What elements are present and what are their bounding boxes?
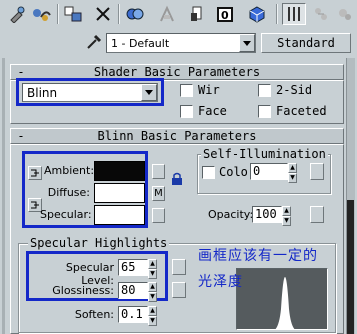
opacity-value[interactable]: 100 bbox=[252, 206, 282, 223]
face-map-label: Face bbox=[198, 104, 227, 118]
self-illum-map-button[interactable] bbox=[310, 163, 324, 180]
svg-text:0: 0 bbox=[221, 9, 229, 22]
make-unique-icon[interactable] bbox=[124, 3, 146, 25]
material-type-button[interactable]: Standard bbox=[261, 33, 351, 53]
blinn-rollout-header[interactable]: - Blinn Basic Parameters bbox=[10, 128, 344, 144]
show-end-result-icon[interactable] bbox=[246, 3, 268, 25]
specular-color-swatch[interactable] bbox=[94, 205, 145, 225]
specular-level-spinner[interactable]: 65 ▲ ▼ bbox=[118, 259, 157, 279]
chevron-down-icon[interactable] bbox=[141, 84, 157, 101]
specular-level-value[interactable]: 65 bbox=[118, 259, 148, 276]
reset-map-icon[interactable] bbox=[92, 3, 114, 25]
assign-to-selection-icon[interactable] bbox=[62, 3, 84, 25]
material-name-dropdown[interactable]: 1 - Default bbox=[106, 33, 256, 53]
faceted-checkbox-row[interactable]: Faceted bbox=[258, 104, 327, 118]
glossiness-value[interactable]: 80 bbox=[118, 282, 148, 299]
two-sided-checkbox-row[interactable]: 2-Sid bbox=[258, 83, 312, 97]
spinner-arrows[interactable]: ▲ ▼ bbox=[148, 306, 157, 326]
collapse-toggle[interactable]: - bbox=[11, 65, 31, 79]
faceted-label: Faceted bbox=[276, 104, 327, 118]
self-illum-color-row[interactable]: Colo bbox=[202, 165, 248, 179]
wire-checkbox-row[interactable]: Wir bbox=[180, 83, 220, 97]
ambient-color-swatch[interactable] bbox=[94, 161, 145, 181]
specular-map-button[interactable] bbox=[152, 208, 165, 223]
shader-type-dropdown[interactable]: Blinn bbox=[22, 83, 158, 102]
ambient-map-button[interactable] bbox=[152, 164, 165, 179]
faceted-checkbox[interactable] bbox=[258, 104, 271, 118]
highlight-curve-graph bbox=[236, 268, 328, 330]
self-illum-color-checkbox[interactable] bbox=[202, 165, 215, 179]
specular-level-map-button[interactable] bbox=[172, 259, 186, 275]
eyedropper-icon[interactable] bbox=[84, 32, 104, 52]
go-forward-to-sibling-icon[interactable] bbox=[310, 3, 332, 25]
material-name-value: 1 - Default bbox=[111, 36, 170, 50]
spinner-arrows[interactable]: ▲ ▼ bbox=[282, 206, 291, 226]
self-illum-color-label: Colo bbox=[219, 165, 248, 179]
collapse-toggle[interactable]: - bbox=[11, 129, 31, 143]
annotation-line-2: 光泽度 bbox=[198, 274, 243, 290]
glossiness-spinner[interactable]: 80 ▲ ▼ bbox=[118, 282, 157, 302]
padlock-icon[interactable] bbox=[170, 172, 184, 186]
annotation-line-1: 画框应该有一定的 bbox=[198, 248, 318, 264]
soften-value[interactable]: 0.1 bbox=[118, 306, 148, 323]
specular-highlights-title: Specular Highlights bbox=[28, 236, 170, 250]
two-sided-label: 2-Sid bbox=[276, 83, 313, 97]
face-map-checkbox-row[interactable]: Face bbox=[180, 104, 227, 118]
material-editor-toolbar: 0 bbox=[0, 0, 357, 30]
soften-label: Soften: bbox=[74, 308, 114, 321]
put-to-scene-icon[interactable] bbox=[30, 3, 52, 25]
wire-label: Wir bbox=[198, 83, 220, 97]
rollout-title: Shader Basic Parameters bbox=[93, 65, 261, 79]
face-map-checkbox[interactable] bbox=[180, 104, 193, 118]
glossiness-map-button[interactable] bbox=[172, 282, 186, 298]
show-map-icon[interactable]: 0 bbox=[214, 3, 236, 25]
glossiness-label: Glossiness: bbox=[52, 284, 114, 297]
opacity-spinner[interactable]: 100 ▲ ▼ bbox=[252, 206, 291, 226]
wire-checkbox[interactable] bbox=[180, 83, 193, 97]
ambient-diffuse-lock-button[interactable]: M bbox=[152, 186, 165, 201]
ambient-label: Ambient: bbox=[44, 164, 95, 177]
spinner-arrows[interactable]: ▲ ▼ bbox=[288, 163, 297, 183]
specular-label: Specular: bbox=[40, 208, 92, 221]
scrollbar-thumb[interactable] bbox=[347, 200, 354, 334]
put-to-library-icon[interactable] bbox=[156, 3, 178, 25]
material-navigator-icon[interactable] bbox=[334, 3, 356, 25]
spinner-arrows[interactable]: ▲ ▼ bbox=[148, 259, 157, 279]
self-illumination-title: Self-Illumination bbox=[201, 147, 328, 161]
self-illum-spinner[interactable]: 0 ▲ ▼ bbox=[250, 163, 297, 183]
panel-edge bbox=[2, 58, 5, 334]
self-illum-value[interactable]: 0 bbox=[250, 163, 288, 180]
diffuse-color-swatch[interactable] bbox=[94, 183, 145, 203]
shader-type-value: Blinn bbox=[27, 85, 58, 100]
opacity-label: Opacity: bbox=[208, 208, 254, 221]
material-effects-channel-icon[interactable] bbox=[186, 3, 208, 25]
two-sided-checkbox[interactable] bbox=[258, 83, 271, 97]
highlight-curve bbox=[275, 277, 295, 329]
pick-material-icon[interactable] bbox=[6, 3, 28, 25]
soften-spinner[interactable]: 0.1 ▲ ▼ bbox=[118, 306, 157, 326]
diffuse-label: Diffuse: bbox=[47, 186, 90, 199]
rollout-title: Blinn Basic Parameters bbox=[97, 129, 257, 143]
go-to-parent-icon[interactable] bbox=[282, 3, 306, 25]
opacity-map-button[interactable] bbox=[310, 206, 324, 223]
chevron-down-icon[interactable] bbox=[239, 34, 255, 52]
lock-ambient-diffuse-icon[interactable] bbox=[28, 166, 42, 180]
spinner-arrows[interactable]: ▲ ▼ bbox=[148, 282, 157, 302]
